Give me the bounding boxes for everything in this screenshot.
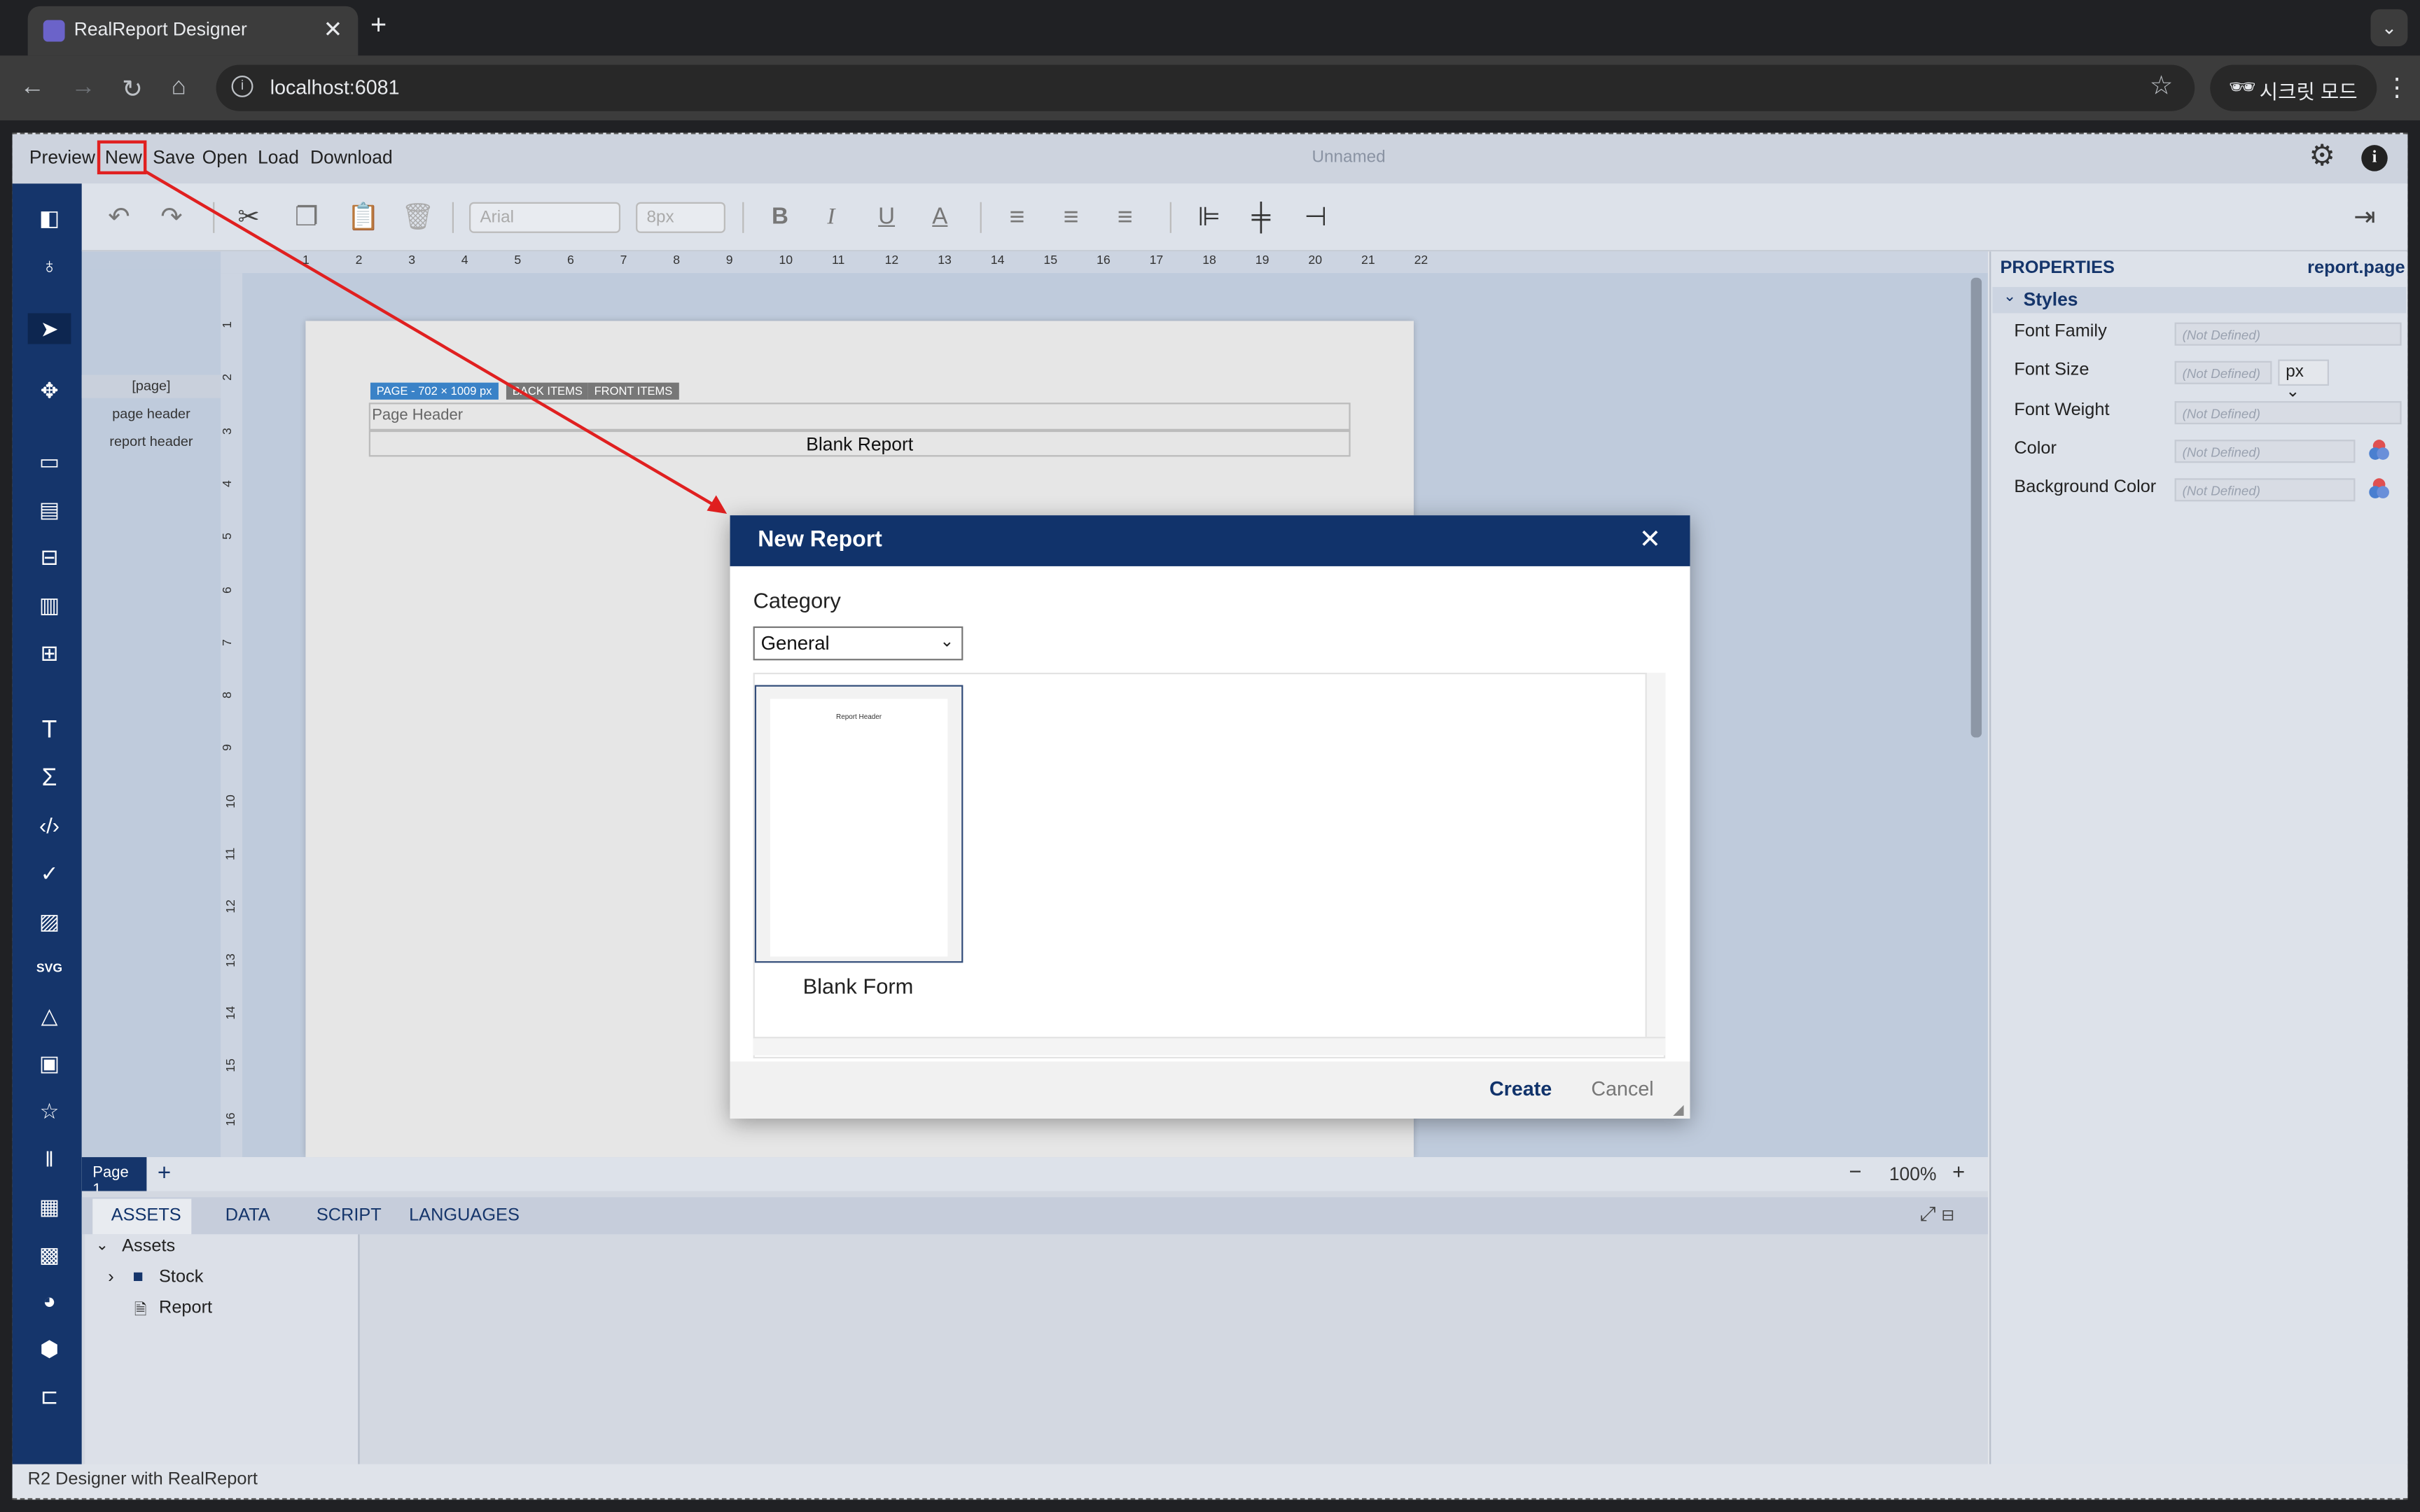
h-ruler-number: 21 [1361, 253, 1375, 267]
template-thumbnail-text: Report Header [836, 713, 882, 721]
arrow-line [144, 169, 714, 506]
v-ruler-number: 2 [220, 374, 235, 382]
cancel-button[interactable]: Cancel [1591, 1077, 1653, 1100]
h-ruler-number: 16 [1097, 253, 1111, 267]
h-ruler-number: 11 [832, 253, 845, 267]
v-ruler-number: 7 [220, 638, 235, 646]
v-ruler-number: 4 [220, 479, 235, 487]
v-ruler-number: 10 [223, 794, 238, 808]
v-ruler-number: 14 [223, 1005, 238, 1020]
h-ruler-number: 13 [938, 253, 952, 267]
v-ruler-number: 1 [220, 321, 235, 328]
create-button[interactable]: Create [1489, 1077, 1552, 1100]
dialog-close-icon[interactable]: ✕ [1639, 524, 1661, 555]
h-ruler-number: 19 [1255, 253, 1270, 267]
v-ruler-number: 16 [223, 1112, 238, 1126]
h-ruler-number: 14 [990, 253, 1005, 267]
v-ruler-number: 8 [220, 692, 235, 699]
h-ruler-number: 17 [1149, 253, 1164, 267]
v-ruler-number: 5 [220, 533, 235, 540]
h-ruler-number: 10 [779, 253, 793, 267]
h-ruler-number: 20 [1308, 253, 1323, 267]
h-ruler-number: 22 [1414, 253, 1428, 267]
category-chevron-icon: ⌄ [940, 632, 954, 652]
h-ruler-number: 12 [884, 253, 899, 267]
h-ruler-number: 15 [1043, 253, 1058, 267]
template-thumbnail-page [770, 699, 948, 957]
gallery-vertical-scrollbar[interactable] [1645, 672, 1666, 1037]
v-ruler-number: 11 [223, 847, 237, 861]
h-ruler-number: 8 [673, 253, 681, 267]
v-ruler-number: 6 [220, 586, 235, 593]
gallery-horizontal-scrollbar[interactable] [753, 1037, 1666, 1056]
dialog-resize-grip-icon[interactable]: ◢ [1673, 1102, 1683, 1119]
h-ruler-number: 4 [461, 253, 468, 267]
v-ruler-number: 3 [220, 427, 235, 435]
h-ruler-number: 1 [302, 253, 310, 267]
h-ruler-number: 6 [567, 253, 574, 267]
screen: RealReport Designer ✕ + ⌄ ← → ↻ ⌂ i loca… [0, 0, 2420, 1512]
h-ruler-number: 7 [620, 253, 627, 267]
h-ruler-number: 2 [355, 253, 363, 267]
v-ruler-number: 9 [220, 744, 235, 752]
arrow-head [707, 495, 728, 514]
dialog-title: New Report [758, 527, 882, 553]
v-ruler-number: 13 [223, 953, 238, 967]
category-select[interactable]: General [753, 626, 964, 661]
h-ruler-number: 3 [408, 253, 416, 267]
template-name[interactable]: Blank Form [753, 974, 964, 998]
h-ruler-number: 9 [725, 253, 733, 267]
v-ruler-number: 12 [223, 899, 238, 914]
h-ruler-number: 18 [1202, 253, 1216, 267]
category-label: Category [753, 587, 841, 613]
h-ruler-number: 5 [514, 253, 522, 267]
v-ruler-number: 15 [223, 1058, 238, 1073]
